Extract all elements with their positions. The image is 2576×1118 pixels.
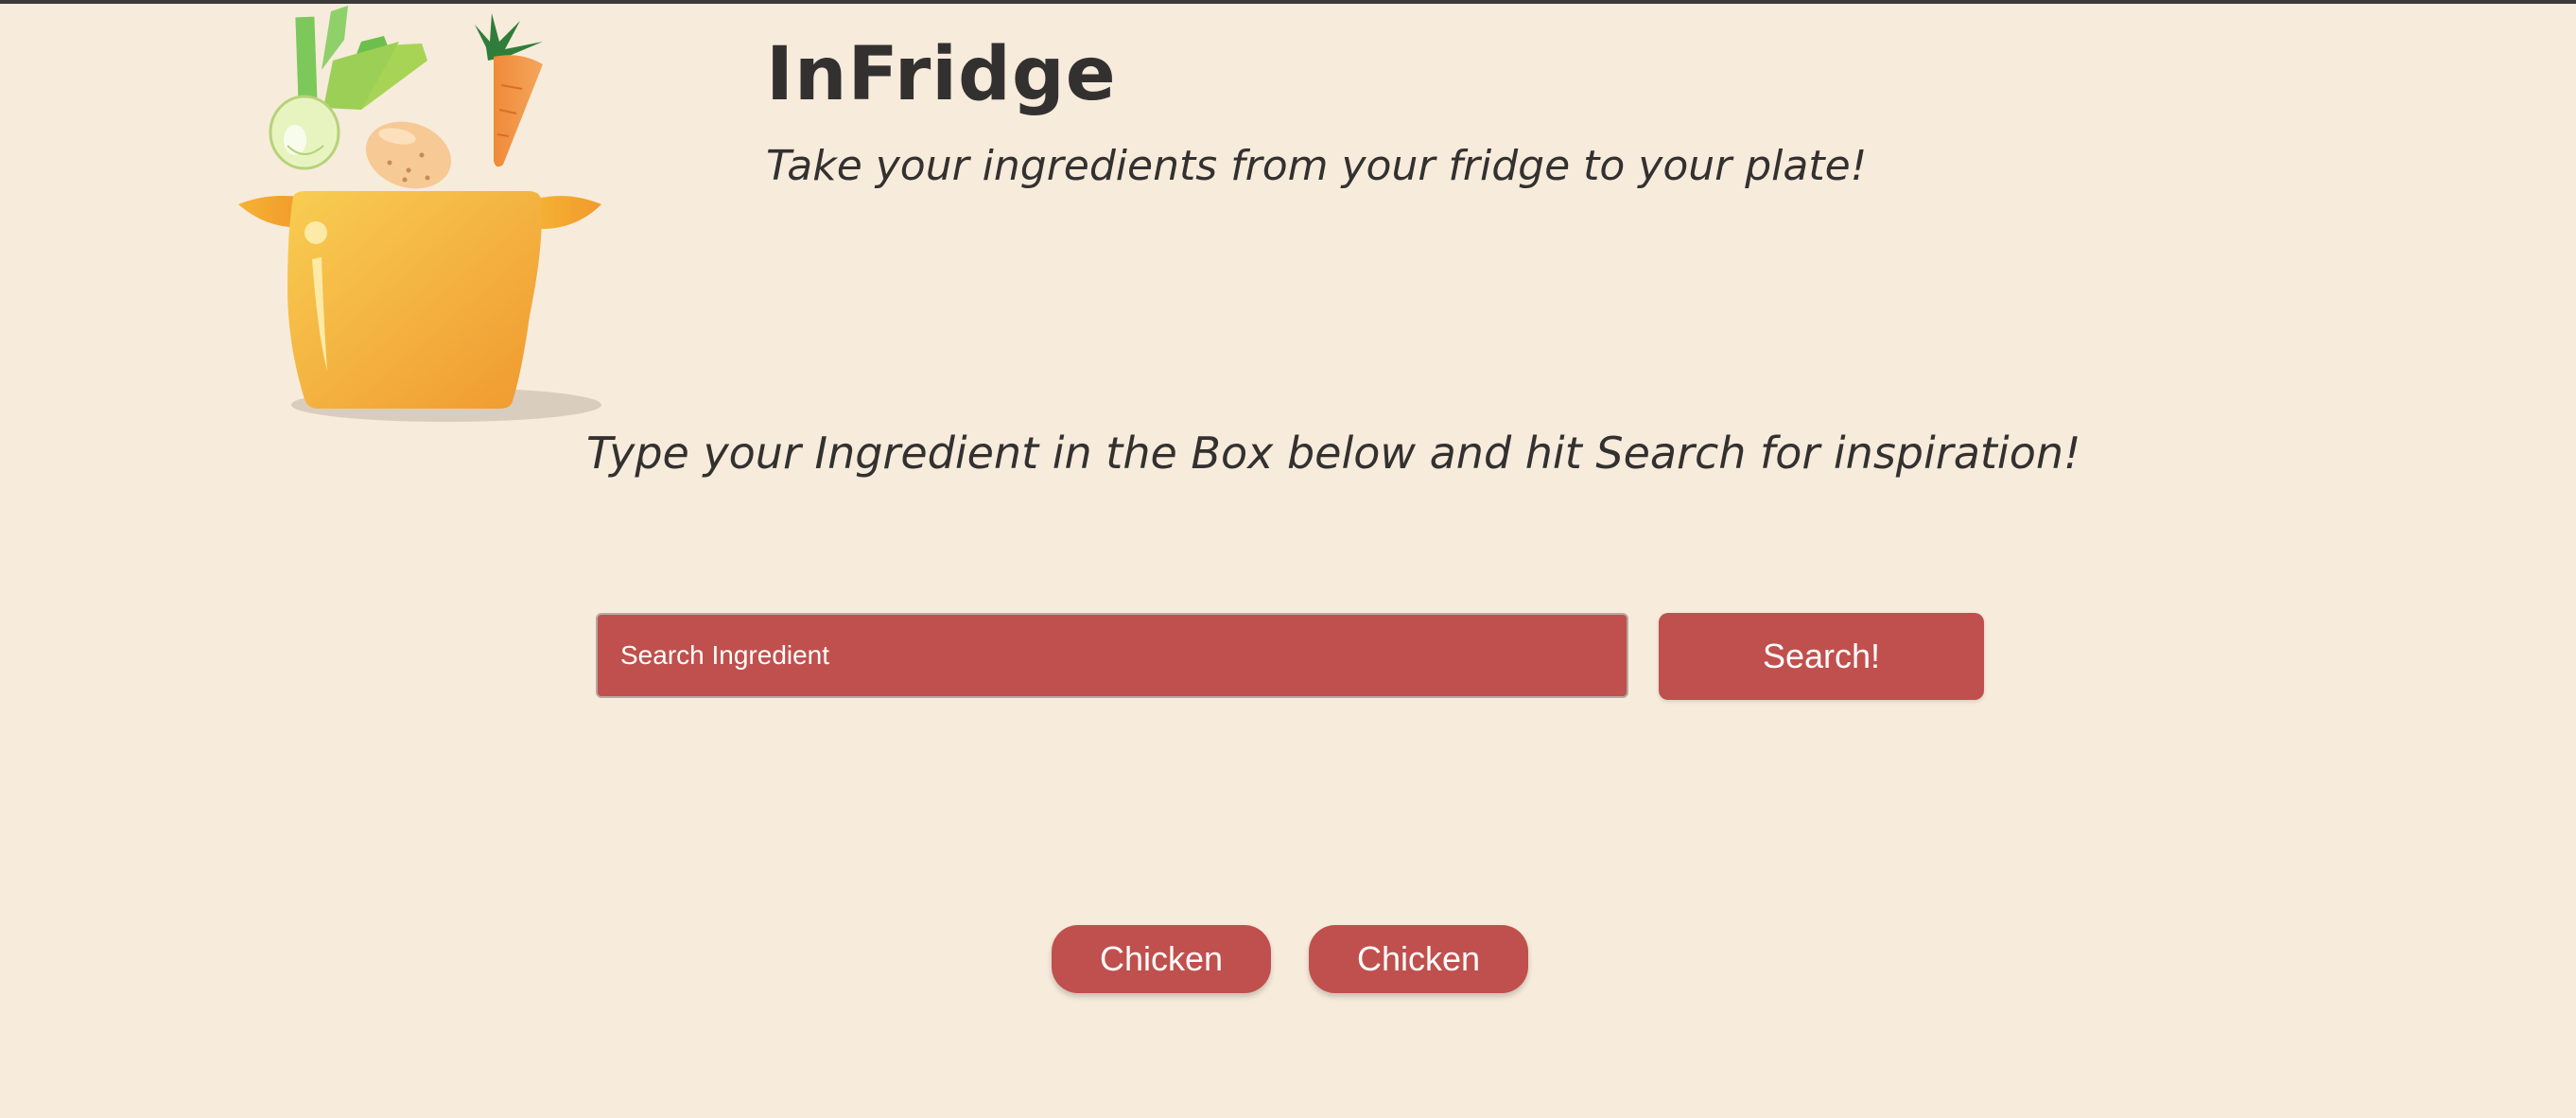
app-title: InFridge: [766, 32, 1117, 117]
search-ingredient-input[interactable]: [596, 613, 1628, 698]
recent-search-chip[interactable]: Chicken: [1309, 925, 1528, 993]
app-tagline: Take your ingredients from your fridge t…: [766, 142, 1868, 190]
recent-searches: Chicken Chicken: [1052, 925, 1528, 993]
recent-search-chip[interactable]: Chicken: [1052, 925, 1271, 993]
search-button[interactable]: Search!: [1659, 613, 1984, 700]
search-instructions: Type your Ingredient in the Box below an…: [586, 428, 2081, 479]
cooking-pot-logo-icon: [238, 6, 601, 422]
